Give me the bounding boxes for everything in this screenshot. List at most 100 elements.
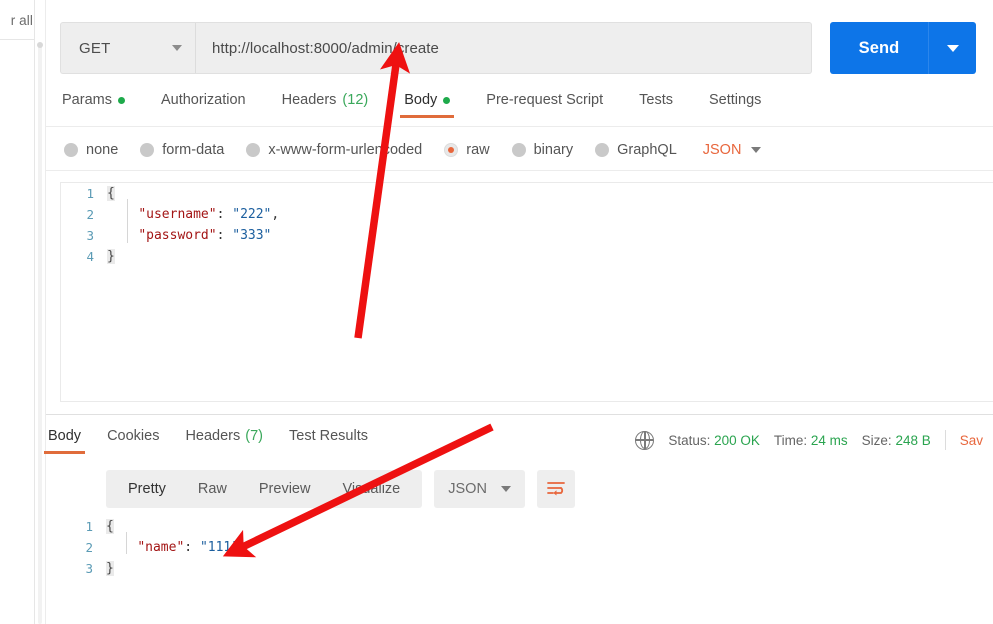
- view-mode-preview[interactable]: Preview: [243, 470, 327, 508]
- code-line: 1{: [61, 183, 993, 204]
- line-number: 2: [85, 540, 93, 555]
- radio-raw[interactable]: raw: [444, 142, 490, 158]
- code-fold-rail: [126, 532, 127, 554]
- radio-icon: [595, 143, 610, 157]
- send-options-button[interactable]: [928, 22, 976, 74]
- response-code[interactable]: 1{2 "name": "111" 3}: [60, 516, 993, 579]
- line-number: 1: [86, 186, 94, 201]
- tab-tests[interactable]: Tests: [639, 92, 693, 118]
- radio-icon: [246, 143, 261, 157]
- response-tab-cookies[interactable]: Cookies: [107, 428, 159, 454]
- request-response-pane: GET http://localhost:8000/admin/create S…: [43, 0, 993, 624]
- response-divider: [46, 414, 993, 415]
- size-value: 248 B: [895, 432, 931, 448]
- tab-params[interactable]: Params: [62, 92, 145, 118]
- view-mode-visualize[interactable]: Visualize: [326, 470, 416, 508]
- response-format-dropdown[interactable]: JSON: [434, 470, 525, 508]
- tab-bar-divider: [46, 126, 993, 127]
- response-body-editor[interactable]: 1{2 "name": "111" 3}: [60, 516, 993, 624]
- url-text: http://localhost:8000/admin/create: [212, 39, 439, 57]
- radio-icon: [64, 143, 78, 157]
- request-code[interactable]: 1{2 "username": "222", 3 "password": "333…: [61, 183, 993, 267]
- view-mode-raw[interactable]: Raw: [182, 470, 243, 508]
- wrap-lines-icon: [547, 482, 565, 496]
- pane-scrollbar[interactable]: [36, 0, 44, 624]
- time-label: Time:: [773, 432, 808, 448]
- code-line: 3}: [60, 558, 993, 579]
- line-number: 4: [86, 249, 94, 264]
- scrollbar-track[interactable]: [38, 44, 42, 624]
- wrap-arrow-head: [553, 490, 557, 496]
- chevron-down-icon: [751, 147, 762, 153]
- code-fold-rail: [127, 199, 128, 243]
- radio-label: none: [86, 142, 119, 158]
- radio-icon: [511, 143, 526, 157]
- response-view-mode-group: Pretty Raw Preview Visualize: [106, 470, 423, 508]
- radio-label: binary: [533, 142, 574, 158]
- time-value: 24 ms: [810, 432, 848, 448]
- status-separator: [944, 430, 946, 450]
- radio-binary[interactable]: binary: [511, 142, 574, 158]
- line-number: 1: [85, 519, 93, 534]
- left-sidebar-strip: r all: [0, 0, 35, 624]
- tab-label: Body: [404, 92, 438, 108]
- line-number: 3: [85, 561, 93, 576]
- chevron-down-icon: [172, 45, 182, 51]
- response-tab-body[interactable]: Body: [43, 428, 86, 454]
- line-number: 2: [86, 207, 94, 222]
- response-view-toolbar: Pretty Raw Preview Visualize JSON: [106, 470, 575, 508]
- chevron-down-icon: [500, 486, 511, 492]
- request-tab-bar: Params Authorization Headers (12) Body P…: [62, 92, 797, 126]
- code-text: "username": "222",: [138, 207, 280, 222]
- radio-label: raw: [466, 142, 490, 158]
- tab-label: Settings: [708, 92, 762, 108]
- sidebar-divider: [0, 39, 35, 40]
- tab-authorization[interactable]: Authorization: [161, 92, 266, 118]
- response-tab-headers[interactable]: Headers (7): [185, 428, 263, 454]
- tab-label: Headers: [281, 92, 337, 108]
- tab-label: Authorization: [160, 92, 246, 108]
- radio-label: x-www-form-urlencoded: [268, 142, 423, 158]
- response-format-label: JSON: [448, 481, 487, 497]
- tab-label: Tests: [639, 92, 673, 108]
- save-response-button[interactable]: Sav: [960, 433, 983, 448]
- url-bar: GET http://localhost:8000/admin/create S…: [60, 22, 976, 74]
- code-text: }: [107, 249, 115, 264]
- raw-format-label: JSON: [702, 142, 742, 158]
- wrap-lines-button[interactable]: [536, 470, 575, 508]
- radio-graphql[interactable]: GraphQL: [595, 142, 677, 158]
- clear-all-label[interactable]: r all: [0, 13, 35, 28]
- postman-window: r all GET http://localhost:8000/admin/cr…: [0, 0, 993, 624]
- code-text: {: [107, 186, 115, 201]
- code-text: {: [106, 519, 114, 534]
- radio-none[interactable]: none: [64, 142, 118, 158]
- radio-x-www-form-urlencoded[interactable]: x-www-form-urlencoded: [246, 142, 422, 158]
- response-tab-test-results[interactable]: Test Results: [289, 428, 368, 454]
- response-tab-bar: Body Cookies Headers (7) Test Results: [43, 428, 394, 460]
- method-dropdown[interactable]: GET: [60, 22, 195, 74]
- scrollbar-thumb[interactable]: [37, 42, 43, 48]
- code-line: 4}: [61, 246, 993, 267]
- view-mode-pretty[interactable]: Pretty: [112, 470, 182, 508]
- headers-count: (12): [342, 92, 369, 108]
- tab-settings[interactable]: Settings: [709, 92, 781, 118]
- send-button[interactable]: Send: [830, 22, 928, 74]
- raw-format-dropdown[interactable]: JSON: [703, 142, 762, 158]
- code-text: }: [106, 561, 114, 576]
- code-line: 2 "name": "111": [60, 537, 993, 558]
- body-type-radio-group: none form-data x-www-form-urlencoded raw…: [64, 134, 762, 166]
- modified-dot-icon: [117, 96, 125, 104]
- url-input[interactable]: http://localhost:8000/admin/create: [195, 22, 812, 74]
- line-number: 3: [86, 228, 94, 243]
- status-label: Status:: [668, 432, 711, 448]
- tab-headers[interactable]: Headers (12): [282, 92, 389, 118]
- tab-body[interactable]: Body: [400, 92, 470, 118]
- radio-icon-selected: [444, 143, 459, 157]
- code-text: "password": "333": [138, 228, 272, 243]
- tab-pre-request-script[interactable]: Pre-request Script: [486, 92, 623, 118]
- radio-icon: [140, 143, 155, 157]
- radio-label: form-data: [162, 142, 225, 158]
- status-item: Status: 200 OK: [668, 433, 760, 448]
- request-body-editor[interactable]: 1{2 "username": "222", 3 "password": "333…: [60, 182, 993, 402]
- radio-form-data[interactable]: form-data: [140, 142, 224, 158]
